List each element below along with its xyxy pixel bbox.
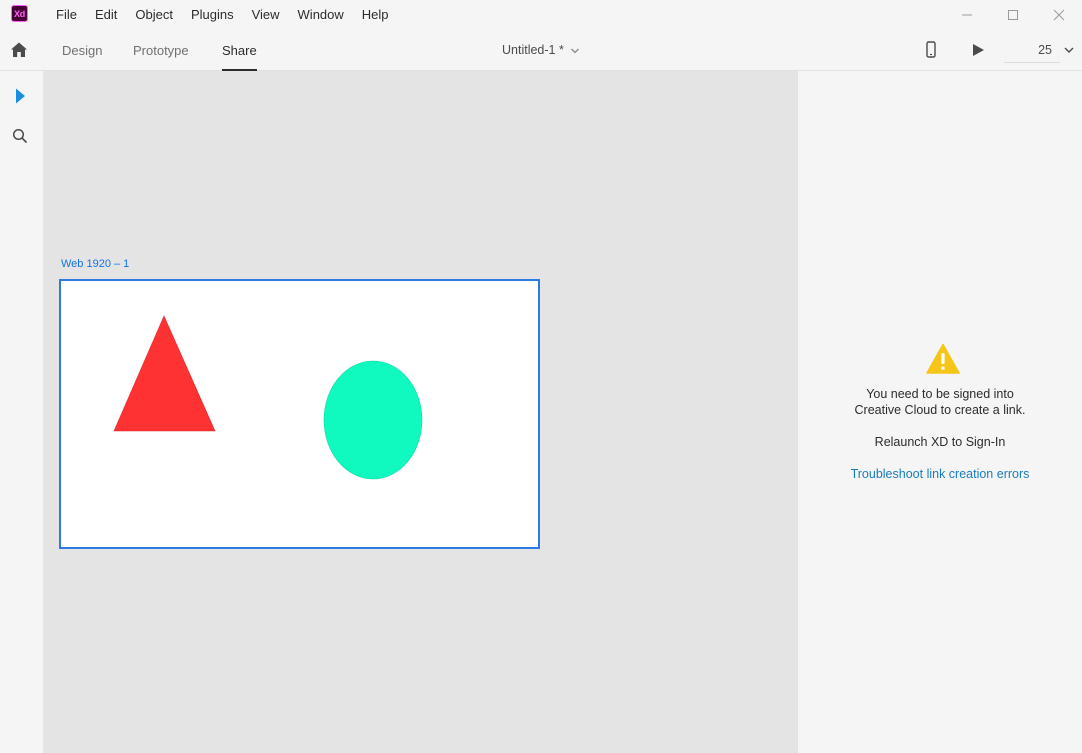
top-toolbar: Design Prototype Share Untitled-1 * 25: [0, 30, 1082, 71]
menu-view[interactable]: View: [243, 0, 289, 30]
document-title[interactable]: Untitled-1 *: [502, 30, 580, 71]
menu-object[interactable]: Object: [126, 0, 182, 30]
design-canvas[interactable]: Web 1920 – 1: [44, 71, 798, 753]
maximize-button[interactable]: [990, 0, 1036, 30]
home-icon: [11, 42, 27, 57]
zoom-chevron-down-icon[interactable]: [1063, 44, 1075, 56]
menu-bar: Xd File Edit Object Plugins View Window …: [0, 0, 1082, 30]
triangle-shape[interactable]: [113, 315, 216, 432]
home-button[interactable]: [8, 39, 30, 61]
menu-file[interactable]: File: [47, 0, 86, 30]
tab-prototype[interactable]: Prototype: [133, 30, 189, 71]
ellipse-shape[interactable]: [323, 360, 423, 480]
share-panel: You need to be signed into Creative Clou…: [798, 71, 1082, 753]
select-arrow-icon: [16, 88, 25, 104]
artboard[interactable]: [59, 279, 540, 549]
window-controls: [944, 0, 1082, 30]
play-preview-button[interactable]: [968, 40, 988, 60]
relaunch-message: Relaunch XD to Sign-In: [874, 435, 1006, 449]
play-icon: [973, 44, 984, 56]
document-title-text: Untitled-1 *: [502, 43, 564, 57]
search-tool[interactable]: [10, 126, 30, 146]
minimize-button[interactable]: [944, 0, 990, 30]
warning-icon: [926, 343, 960, 374]
left-tool-bar: [0, 71, 44, 753]
menu-help[interactable]: Help: [353, 0, 398, 30]
maximize-icon: [1008, 10, 1018, 20]
tab-share[interactable]: Share: [222, 30, 257, 71]
tab-design[interactable]: Design: [62, 30, 102, 71]
app-window: Xd File Edit Object Plugins View Window …: [0, 0, 1082, 753]
close-icon: [1053, 9, 1065, 21]
xd-logo-icon: Xd: [11, 5, 28, 22]
menu-items: File Edit Object Plugins View Window Hel…: [47, 0, 398, 30]
menu-window[interactable]: Window: [289, 0, 353, 30]
menu-edit[interactable]: Edit: [86, 0, 126, 30]
sign-in-message: You need to be signed into Creative Clou…: [854, 387, 1026, 417]
artboard-label[interactable]: Web 1920 – 1: [61, 258, 129, 270]
close-button[interactable]: [1036, 0, 1082, 30]
zoom-input[interactable]: 25: [1004, 37, 1060, 63]
troubleshoot-link[interactable]: Troubleshoot link creation errors: [798, 466, 1082, 482]
select-tool[interactable]: [10, 86, 30, 106]
menu-plugins[interactable]: Plugins: [182, 0, 243, 30]
minimize-icon: [962, 14, 972, 16]
device-preview-button[interactable]: [921, 40, 941, 60]
search-icon: [12, 128, 28, 144]
chevron-down-icon: [570, 48, 579, 53]
mobile-device-icon: [926, 41, 936, 58]
